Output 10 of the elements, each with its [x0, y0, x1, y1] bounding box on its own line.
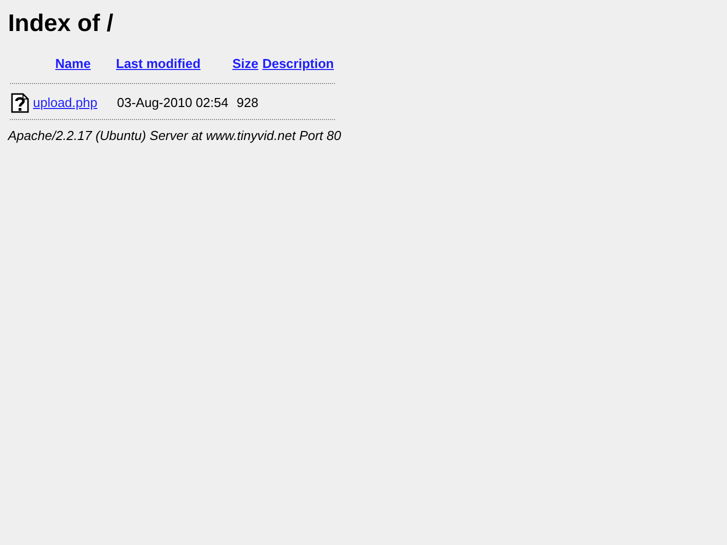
file-size: 928	[236, 94, 258, 110]
modified-date: 03-Aug-2010 02:54	[117, 94, 228, 110]
column-header-link[interactable]: Last modified	[116, 56, 201, 71]
unknown-file-icon	[11, 93, 29, 113]
column-header-link[interactable]: Size	[232, 56, 258, 71]
file-link[interactable]: upload.php	[33, 94, 98, 110]
column-header-link[interactable]: Name	[55, 56, 91, 71]
server-signature: Apache/2.2.17 (Ubuntu) Server at www.tinyvid.net Port 80	[8, 128, 342, 143]
page-title: Index of /	[8, 10, 114, 38]
column-header-link[interactable]: Description	[262, 56, 334, 71]
